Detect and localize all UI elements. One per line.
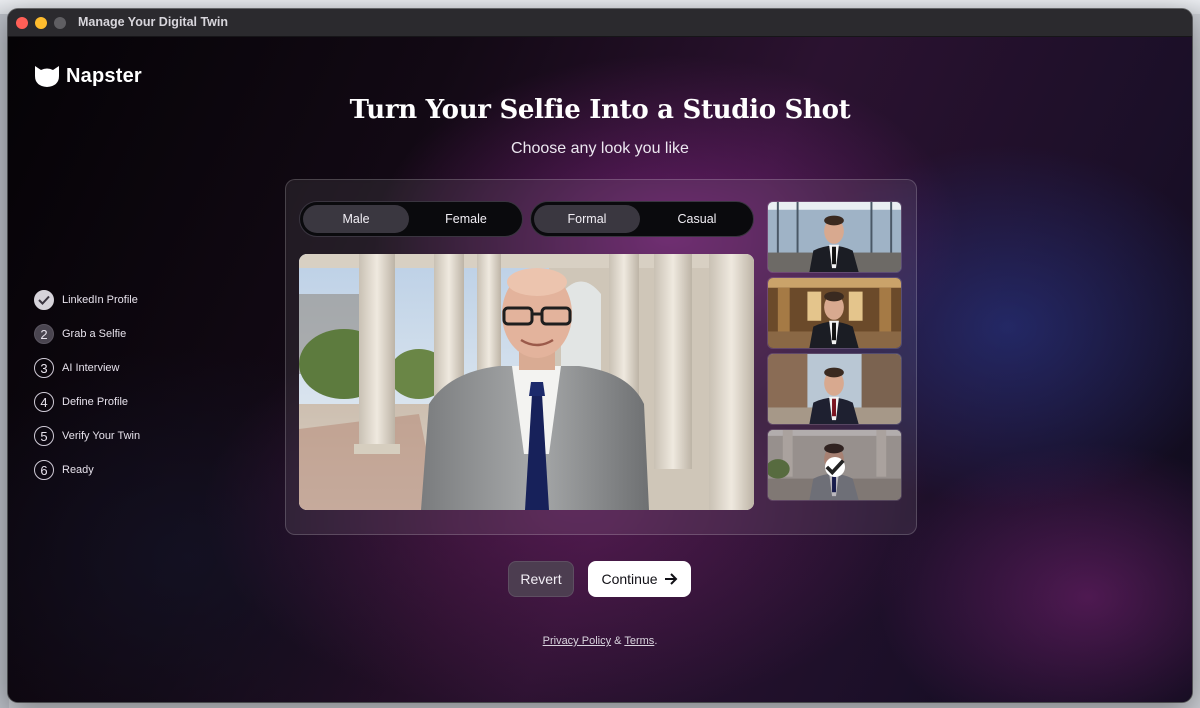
step-label: Define Profile xyxy=(62,396,129,408)
gender-option-female[interactable]: Female xyxy=(413,205,519,233)
step-number: 6 xyxy=(34,460,54,480)
studio-shot-preview xyxy=(299,254,754,510)
step-label: Grab a Selfie xyxy=(62,328,127,340)
step-label: Ready xyxy=(62,464,94,476)
progress-steps: LinkedIn Profile 2 Grab a Selfie 3 AI In… xyxy=(34,283,140,487)
step-ready: 6 Ready xyxy=(34,453,140,487)
title-bar: Manage Your Digital Twin xyxy=(8,9,1192,37)
page-title: Turn Your Selfie Into a Studio Shot xyxy=(349,95,851,125)
app-window: Manage Your Digital Twin Napster Turn Yo… xyxy=(8,9,1192,702)
napster-logo-icon xyxy=(35,66,59,87)
maximize-window-button[interactable] xyxy=(54,17,66,29)
privacy-policy-link[interactable]: Privacy Policy xyxy=(543,635,611,647)
gender-option-male[interactable]: Male xyxy=(303,205,409,233)
step-label: Verify Your Twin xyxy=(62,430,141,442)
step-define-profile: 4 Define Profile xyxy=(34,385,140,419)
legal-footer: Privacy Policy & Terms. xyxy=(8,635,1192,647)
look-thumbnail-courtyard[interactable] xyxy=(767,429,902,501)
minimize-window-button[interactable] xyxy=(35,17,47,29)
step-label: LinkedIn Profile xyxy=(62,294,138,306)
checkmark-icon xyxy=(34,290,54,310)
step-ai-interview: 3 AI Interview xyxy=(34,351,140,385)
style-option-formal[interactable]: Formal xyxy=(534,205,640,233)
footer-period: . xyxy=(654,635,658,647)
step-number: 3 xyxy=(34,358,54,378)
selected-check-icon xyxy=(825,457,845,477)
footer-and: & xyxy=(614,635,622,647)
look-thumbnails xyxy=(767,201,902,505)
window-title: Manage Your Digital Twin xyxy=(78,15,229,29)
step-number: 4 xyxy=(34,392,54,412)
look-thumbnail-street[interactable] xyxy=(767,353,902,425)
step-number: 2 xyxy=(34,324,54,344)
step-label: AI Interview xyxy=(62,362,120,374)
brand-name: Napster xyxy=(66,64,142,87)
brand-logo: Napster xyxy=(34,64,142,88)
step-number: 5 xyxy=(34,426,54,446)
continue-button-label: Continue xyxy=(601,571,658,587)
step-grab-a-selfie: 2 Grab a Selfie xyxy=(34,317,140,351)
style-option-casual[interactable]: Casual xyxy=(644,205,750,233)
gender-toggle: Male Female xyxy=(299,201,523,237)
main-content: Napster Turn Your Selfie Into a Studio S… xyxy=(8,37,1192,702)
terms-link[interactable]: Terms xyxy=(624,635,654,647)
look-selector-card: Male Female Formal Casual xyxy=(285,179,917,535)
look-thumbnail-office[interactable] xyxy=(767,201,902,273)
revert-button[interactable]: Revert xyxy=(508,561,574,597)
step-linkedin-profile: LinkedIn Profile xyxy=(34,283,140,317)
arrow-right-icon xyxy=(664,573,677,585)
step-verify-your-twin: 5 Verify Your Twin xyxy=(34,419,140,453)
style-toggle: Formal Casual xyxy=(530,201,754,237)
look-thumbnail-hall[interactable] xyxy=(767,277,902,349)
continue-button[interactable]: Continue xyxy=(588,561,691,597)
page-subtitle: Choose any look you like xyxy=(511,140,689,157)
close-window-button[interactable] xyxy=(16,17,28,29)
